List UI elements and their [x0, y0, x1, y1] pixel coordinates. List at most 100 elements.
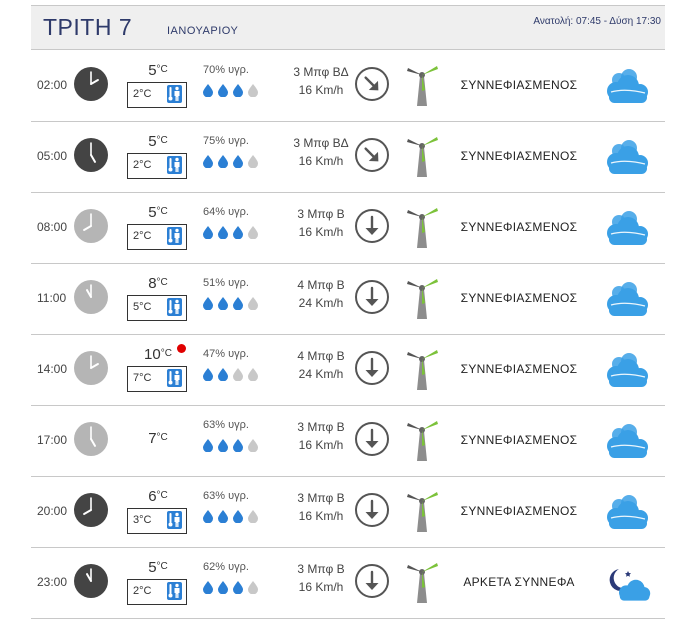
wind-turbine-icon	[404, 62, 440, 113]
temperature-unit: °C	[160, 348, 172, 359]
temperature-value: 7	[148, 430, 157, 447]
temperature-unit: °C	[156, 561, 168, 572]
temperature: 8°C	[127, 275, 189, 292]
temperature: 5°C	[127, 133, 189, 150]
forecast-row: 11:00 8°C 5°C 51% υγρ. 4 Μπφ Β 24 Km/h ΣΥΝΝΕΦΙ…	[31, 263, 665, 335]
feels-like-value: 2°C	[133, 585, 152, 597]
temperature-value: 5	[148, 62, 157, 79]
wind-direction-arrow-icon	[354, 208, 390, 249]
clock-icon	[73, 137, 109, 178]
temperature-value: 5	[148, 204, 157, 221]
wind-turbine-icon	[404, 488, 440, 539]
feels-like-box: 7°C	[127, 366, 187, 392]
feels-like-value: 2°C	[133, 88, 152, 100]
cloud-icon	[605, 139, 651, 182]
clock-icon	[73, 563, 109, 604]
clock-icon	[73, 492, 109, 533]
person-thermometer-icon	[167, 369, 182, 387]
feels-like-value: 2°C	[133, 159, 152, 171]
wind-direction-arrow-icon	[354, 137, 390, 178]
temperature-value: 5	[148, 559, 157, 576]
row-time: 14:00	[37, 362, 68, 376]
feels-like-box: 3°C	[127, 508, 187, 534]
temperature-unit: °C	[156, 277, 168, 288]
wind-turbine-icon	[404, 417, 440, 468]
humidity-text: 75% υγρ.	[203, 135, 249, 147]
wind-direction-arrow-icon	[354, 492, 390, 533]
feels-like-box: 2°C	[127, 579, 187, 605]
cloud-icon	[605, 68, 651, 111]
forecast-row: 17:00 7°C 63% υγρ. 3 Μπφ Β 16 Km/h ΣΥΝΝΕΦΙΑΣΜ…	[31, 405, 665, 477]
row-time: 20:00	[37, 504, 68, 518]
row-time: 11:00	[37, 291, 67, 305]
feels-like-value: 7°C	[133, 372, 152, 384]
moon-cloud-icon	[605, 565, 651, 608]
clock-icon	[73, 350, 109, 391]
person-thermometer-icon	[167, 582, 182, 600]
temperature-value: 6	[148, 488, 157, 505]
cloud-icon	[605, 352, 651, 395]
person-thermometer-icon	[167, 227, 182, 245]
person-thermometer-icon	[167, 156, 182, 174]
temperature-unit: °C	[156, 135, 168, 146]
humidity-text: 70% υγρ.	[203, 64, 249, 76]
temperature: 7°C	[127, 430, 189, 447]
feels-like-value: 3°C	[133, 514, 152, 526]
temperature: 5°C	[127, 62, 189, 79]
temperature: 6°C	[127, 488, 189, 505]
feels-like-box: 5°C	[127, 295, 187, 321]
day-header: ΤΡΙΤΗ 7 ΙΑΝΟΥΑΡΙΟΥ Ανατολή: 07:45 - Δύση…	[31, 5, 665, 50]
humidity-text: 47% υγρ.	[203, 348, 249, 360]
clock-icon	[73, 66, 109, 107]
wind-turbine-icon	[404, 346, 440, 397]
feels-like-box: 2°C	[127, 224, 187, 250]
person-thermometer-icon	[167, 298, 182, 316]
row-time: 23:00	[37, 575, 68, 589]
person-thermometer-icon	[167, 85, 182, 103]
humidity-text: 64% υγρ.	[203, 206, 249, 218]
feels-like-box: 2°C	[127, 153, 187, 179]
clock-icon	[73, 421, 109, 462]
forecast-row: 05:00 5°C 2°C 75% υγρ. 3 Μπφ ΒΔ 16 Km/h ΣΥΝΝΕΦ…	[31, 121, 665, 193]
wind-turbine-icon	[404, 559, 440, 610]
feels-like-value: 2°C	[133, 230, 152, 242]
wind-direction-arrow-icon	[354, 279, 390, 320]
person-thermometer-icon	[167, 511, 182, 529]
wind-turbine-icon	[404, 275, 440, 326]
wind-direction-arrow-icon	[354, 421, 390, 462]
weather-condition: ΣΥΝΝΕΦΙΑΣΜΕΝΟΣ	[460, 433, 578, 447]
weather-condition: ΣΥΝΝΕΦΙΑΣΜΕΝΟΣ	[460, 362, 578, 376]
temperature-unit: °C	[156, 64, 168, 75]
forecast-row: 14:00 10°C 7°C 47% υγρ. 4 Μπφ Β 24 Km/h ΣΥΝΝΕΦ…	[31, 334, 665, 406]
humidity-text: 51% υγρ.	[203, 277, 249, 289]
temperature-value: 5	[148, 133, 157, 150]
temperature: 5°C	[127, 204, 189, 221]
weather-condition: ΣΥΝΝΕΦΙΑΣΜΕΝΟΣ	[460, 149, 578, 163]
row-time: 17:00	[37, 433, 68, 447]
forecast-row: 23:00 5°C 2°C 62% υγρ. 3 Μπφ Β 16 Km/h ΑΡΚΕΤΑ …	[31, 547, 665, 619]
forecast-panel: ΤΡΙΤΗ 7 ΙΑΝΟΥΑΡΙΟΥ Ανατολή: 07:45 - Δύση…	[31, 5, 665, 619]
clock-icon	[73, 279, 109, 320]
day-title: ΤΡΙΤΗ 7	[43, 14, 133, 40]
cloud-icon	[605, 281, 651, 324]
cloud-icon	[605, 494, 651, 537]
month-label: ΙΑΝΟΥΑΡΙΟΥ	[167, 25, 239, 37]
wind-direction-arrow-icon	[354, 350, 390, 391]
feels-like-box: 2°C	[127, 82, 187, 108]
temperature-value: 10	[144, 346, 161, 363]
temperature-unit: °C	[156, 490, 168, 501]
temperature-unit: °C	[156, 432, 168, 443]
clock-icon	[73, 208, 109, 249]
humidity-text: 63% υγρ.	[203, 419, 249, 431]
forecast-row: 08:00 5°C 2°C 64% υγρ. 3 Μπφ Β 16 Km/h ΣΥΝΝΕΦΙ…	[31, 192, 665, 264]
weather-condition: ΣΥΝΝΕΦΙΑΣΜΕΝΟΣ	[460, 220, 578, 234]
wind-turbine-icon	[404, 133, 440, 184]
temperature: 5°C	[127, 559, 189, 576]
temperature-value: 8	[148, 275, 157, 292]
forecast-row: 20:00 6°C 3°C 63% υγρ. 3 Μπφ Β 16 Km/h ΣΥΝΝΕΦΙ…	[31, 476, 665, 548]
temperature-unit: °C	[156, 206, 168, 217]
weather-condition: ΣΥΝΝΕΦΙΑΣΜΕΝΟΣ	[460, 78, 578, 92]
cloud-icon	[605, 423, 651, 466]
max-temp-indicator	[177, 344, 186, 353]
row-time: 05:00	[37, 149, 68, 163]
